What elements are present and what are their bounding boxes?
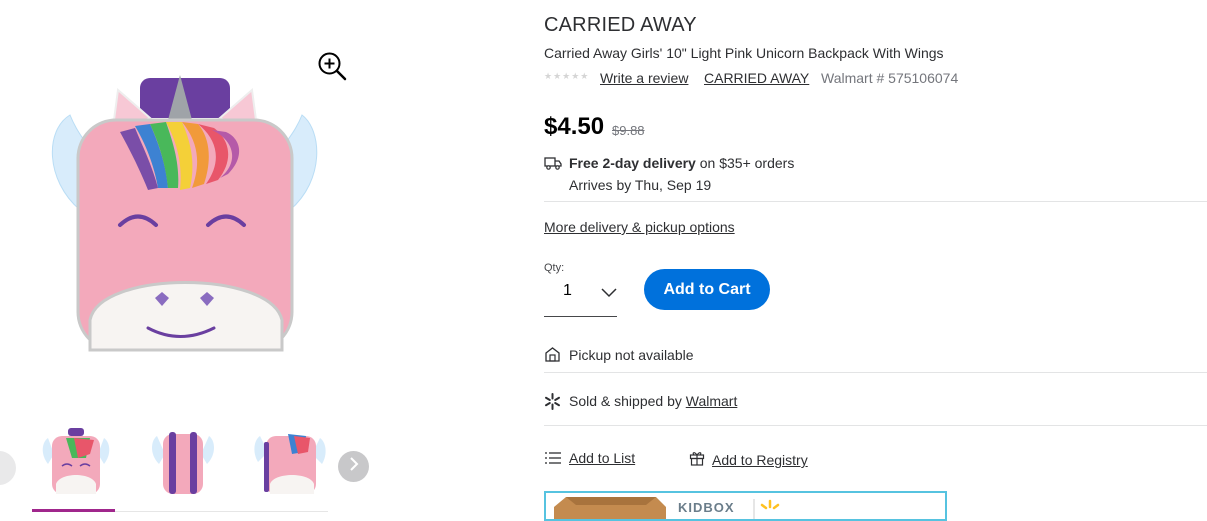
chevron-right-icon bbox=[348, 457, 360, 476]
rating-stars: ★★★★★ bbox=[544, 71, 590, 81]
add-to-cart-button[interactable]: Add to Cart bbox=[644, 269, 770, 310]
divider bbox=[544, 425, 1207, 426]
product-title: Carried Away Girls' 10" Light Pink Unico… bbox=[544, 45, 944, 61]
free-delivery-label: Free 2-day delivery bbox=[569, 155, 696, 171]
zoom-in-icon bbox=[317, 51, 347, 86]
walmart-spark-icon bbox=[544, 393, 561, 410]
add-to-list-link[interactable]: Add to List bbox=[569, 450, 635, 466]
promo-banner[interactable]: KIDBOX bbox=[544, 491, 947, 521]
qty-label: Qty: bbox=[544, 262, 565, 274]
brand-link[interactable]: CARRIED AWAY bbox=[704, 70, 809, 86]
gift-icon bbox=[689, 450, 705, 466]
list-icon bbox=[544, 451, 562, 466]
truck-icon bbox=[544, 156, 562, 170]
delivery-info: Free 2-day delivery on $35+ orders bbox=[569, 155, 794, 171]
quantity-select[interactable]: 1 bbox=[544, 280, 617, 317]
product-main-image[interactable] bbox=[40, 70, 330, 370]
product-brand: CARRIED AWAY bbox=[544, 14, 697, 36]
chevron-down-icon bbox=[601, 285, 617, 303]
qty-value: 1 bbox=[563, 282, 572, 299]
more-delivery-options-link[interactable]: More delivery & pickup options bbox=[544, 219, 735, 235]
store-icon bbox=[545, 347, 560, 362]
arrival-date: Arrives by Thu, Sep 19 bbox=[569, 177, 712, 193]
sold-by-info: Sold & shipped by Walmart bbox=[569, 393, 737, 409]
seller-link[interactable]: Walmart bbox=[686, 393, 738, 409]
write-review-link[interactable]: Write a review bbox=[600, 70, 688, 86]
walmart-item-number: Walmart # 575106074 bbox=[821, 70, 959, 86]
divider bbox=[544, 201, 1207, 202]
thumbnail-side[interactable] bbox=[252, 424, 328, 500]
thumbnail-next-button[interactable] bbox=[338, 451, 369, 482]
thumbnail-front[interactable] bbox=[38, 424, 114, 500]
sold-by-label: Sold & shipped by bbox=[569, 393, 686, 409]
thumbnail-back[interactable] bbox=[145, 424, 221, 500]
current-price: $4.50 bbox=[544, 113, 605, 140]
delivery-threshold: on $35+ orders bbox=[695, 155, 795, 171]
thumbnail-prev-button[interactable] bbox=[0, 451, 16, 485]
was-price: $9.88 bbox=[612, 123, 645, 138]
add-to-registry-link[interactable]: Add to Registry bbox=[712, 452, 808, 468]
banner-logo-text: KIDBOX bbox=[678, 500, 735, 515]
divider bbox=[544, 372, 1207, 373]
zoom-button[interactable] bbox=[314, 50, 350, 86]
pickup-status: Pickup not available bbox=[569, 347, 694, 363]
